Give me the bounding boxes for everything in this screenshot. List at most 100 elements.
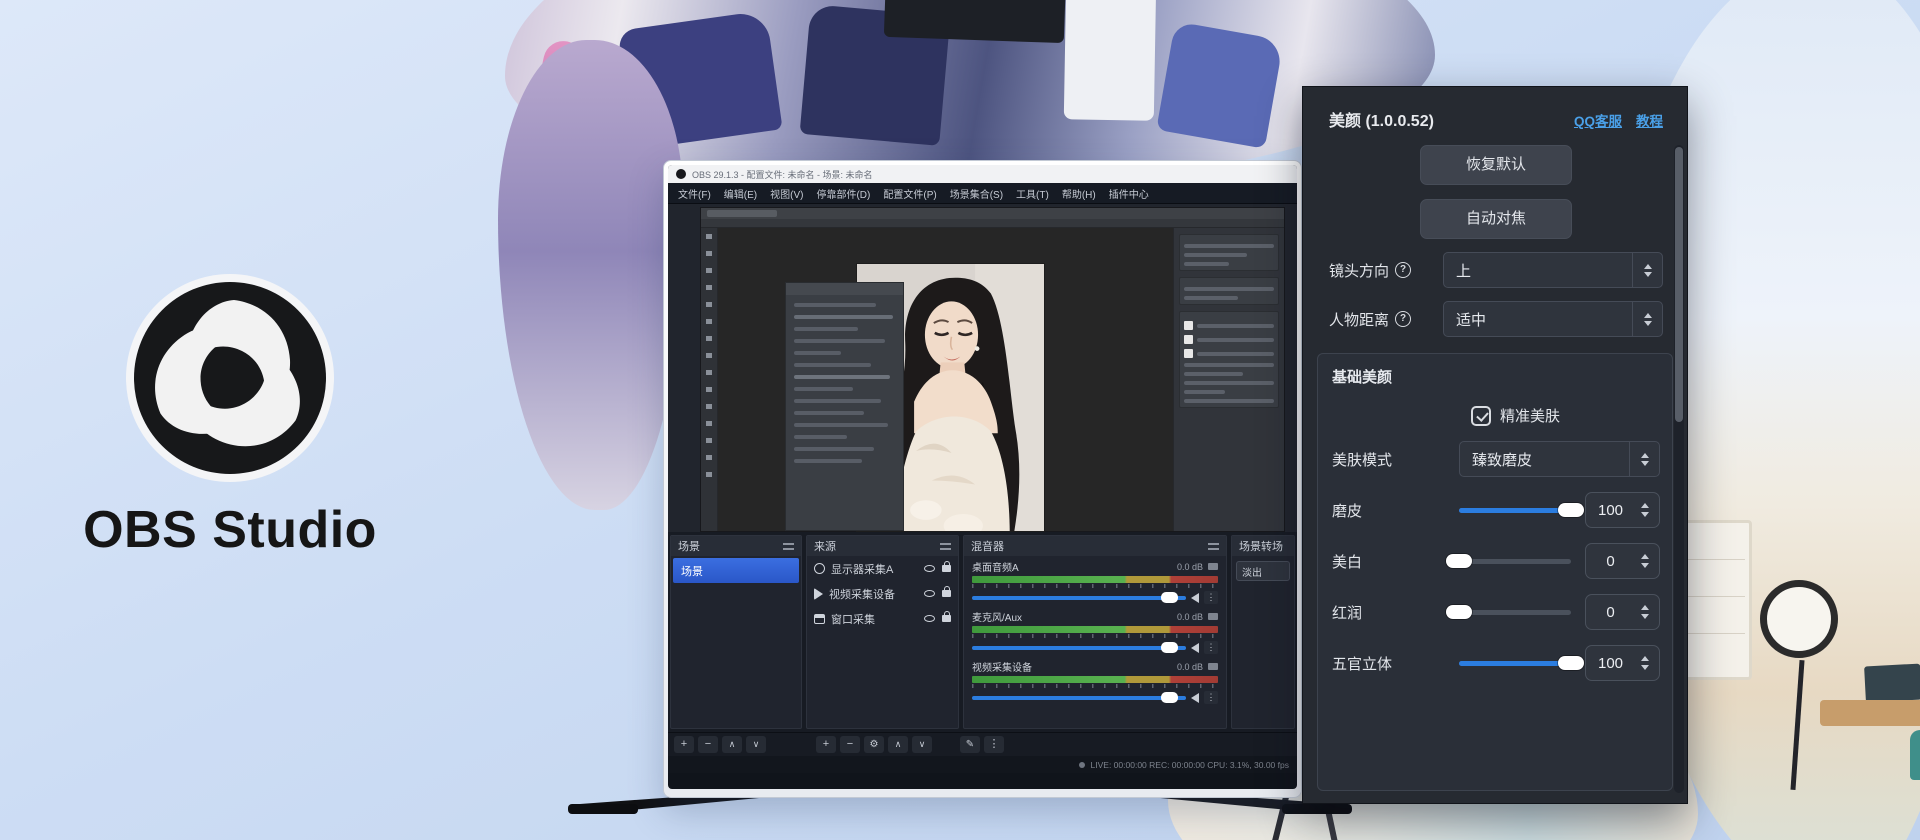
- mixer-edit-button[interactable]: [960, 736, 980, 753]
- speaker-icon[interactable]: [1191, 593, 1199, 603]
- rosy-slider[interactable]: [1459, 610, 1571, 615]
- dock-menu-icon[interactable]: [940, 543, 951, 550]
- volume-slider[interactable]: [972, 646, 1186, 650]
- menu-file[interactable]: 文件(F): [678, 186, 711, 201]
- mixer-options-button[interactable]: [984, 736, 1004, 753]
- autofocus-button[interactable]: 自动对焦: [1420, 199, 1572, 239]
- menu-tools[interactable]: 工具(T): [1016, 186, 1049, 201]
- channel-settings-icon[interactable]: [1208, 663, 1218, 670]
- volume-meter: [972, 576, 1218, 583]
- transitions-dock: 场景转场 淡出: [1231, 535, 1295, 729]
- smoothing-slider[interactable]: [1459, 508, 1571, 513]
- slider-handle[interactable]: [1558, 503, 1584, 517]
- spinner-chevrons-icon[interactable]: [1635, 656, 1659, 670]
- transitions-dock-title: 场景转场: [1239, 538, 1283, 554]
- precise-skin-checkbox[interactable]: [1471, 406, 1491, 426]
- photoshop-canvas: [718, 228, 1173, 531]
- whitening-value-box[interactable]: 0: [1585, 543, 1660, 579]
- dock-menu-icon[interactable]: [783, 543, 794, 550]
- skin-mode-select[interactable]: 臻致磨皮: [1459, 441, 1660, 477]
- basic-beauty-title: 基础美颜: [1332, 366, 1660, 387]
- obs-preview-area[interactable]: [668, 204, 1297, 532]
- status-dot-icon: [1079, 762, 1085, 768]
- scene-move-down-button[interactable]: [746, 736, 766, 753]
- smoothing-value-box[interactable]: 100: [1585, 492, 1660, 528]
- transition-select[interactable]: 淡出: [1236, 561, 1290, 581]
- speaker-icon[interactable]: [1191, 693, 1199, 703]
- scene-list-item[interactable]: 场景: [673, 558, 799, 583]
- channel-kebab-icon[interactable]: [1204, 691, 1218, 704]
- captured-photoshop-window: [700, 207, 1285, 532]
- source-row[interactable]: 窗口采集: [807, 606, 958, 631]
- menu-edit[interactable]: 编辑(E): [724, 186, 757, 201]
- panel-scrollbar-thumb[interactable]: [1675, 147, 1683, 422]
- spinner-chevrons-icon[interactable]: [1632, 253, 1662, 287]
- qq-support-link[interactable]: QQ客服: [1574, 110, 1622, 130]
- video-capture-icon: [814, 588, 823, 600]
- obs-status-bar: LIVE: 00:00:00 REC: 00:00:00 CPU: 3.1%, …: [668, 756, 1297, 773]
- remove-scene-button[interactable]: [698, 736, 718, 753]
- window-title: OBS 29.1.3 - 配置文件: 未命名 - 场景: 未命名: [692, 168, 873, 181]
- precise-skin-label: 精准美肤: [1500, 405, 1560, 426]
- source-row[interactable]: 显示器采集A: [807, 556, 958, 581]
- remove-source-button[interactable]: [840, 736, 860, 753]
- dock-menu-icon[interactable]: [1208, 543, 1219, 550]
- spinner-chevrons-icon[interactable]: [1635, 554, 1659, 568]
- menu-help[interactable]: 帮助(H): [1062, 186, 1096, 201]
- menu-plugin-center[interactable]: 插件中心: [1109, 186, 1149, 201]
- slider-handle[interactable]: [1446, 554, 1472, 568]
- source-row[interactable]: 视频采集设备: [807, 581, 958, 606]
- lock-icon[interactable]: [942, 565, 951, 572]
- whitening-slider[interactable]: [1459, 559, 1571, 564]
- channel-kebab-icon[interactable]: [1204, 641, 1218, 654]
- camera-direction-select[interactable]: 上: [1443, 252, 1663, 288]
- visibility-eye-icon[interactable]: [924, 590, 935, 597]
- help-icon[interactable]: [1395, 311, 1411, 327]
- visibility-eye-icon[interactable]: [924, 565, 935, 572]
- spinner-chevrons-icon[interactable]: [1635, 503, 1659, 517]
- meter-ticks: [972, 584, 1218, 588]
- restore-defaults-button[interactable]: 恢复默认: [1420, 145, 1572, 185]
- source-properties-button[interactable]: [864, 736, 884, 753]
- speaker-icon[interactable]: [1191, 643, 1199, 653]
- volume-slider[interactable]: [972, 596, 1186, 600]
- photoshop-toolbar: [701, 228, 718, 531]
- channel-kebab-icon[interactable]: [1204, 591, 1218, 604]
- scenes-dock-title: 场景: [678, 538, 700, 554]
- facial-depth-slider[interactable]: [1459, 661, 1571, 666]
- add-source-button[interactable]: [816, 736, 836, 753]
- lock-icon[interactable]: [942, 590, 951, 597]
- channel-settings-icon[interactable]: [1208, 613, 1218, 620]
- rosy-value-box[interactable]: 0: [1585, 594, 1660, 630]
- volume-slider-handle[interactable]: [1161, 592, 1178, 603]
- volume-slider-handle[interactable]: [1161, 642, 1178, 653]
- menu-profile[interactable]: 配置文件(P): [883, 186, 936, 201]
- scenes-dock: 场景 场景: [670, 535, 802, 729]
- menu-scene-collection[interactable]: 场景集合(S): [950, 186, 1003, 201]
- visibility-eye-icon[interactable]: [924, 615, 935, 622]
- scene-move-up-button[interactable]: [722, 736, 742, 753]
- slider-handle[interactable]: [1558, 656, 1584, 670]
- spinner-chevrons-icon[interactable]: [1629, 442, 1659, 476]
- obs-title-bar[interactable]: OBS 29.1.3 - 配置文件: 未命名 - 场景: 未命名: [668, 165, 1297, 183]
- help-icon[interactable]: [1395, 262, 1411, 278]
- facial-depth-value-box[interactable]: 100: [1585, 645, 1660, 681]
- obs-window: OBS 29.1.3 - 配置文件: 未命名 - 场景: 未命名 文件(F) 编…: [668, 165, 1297, 789]
- source-move-down-button[interactable]: [912, 736, 932, 753]
- lock-icon[interactable]: [942, 615, 951, 622]
- slider-handle[interactable]: [1446, 605, 1472, 619]
- channel-db: 0.0 dB: [1177, 662, 1203, 672]
- spinner-chevrons-icon[interactable]: [1632, 302, 1662, 336]
- subject-distance-select[interactable]: 适中: [1443, 301, 1663, 337]
- spinner-chevrons-icon[interactable]: [1635, 605, 1659, 619]
- volume-slider[interactable]: [972, 696, 1186, 700]
- channel-settings-icon[interactable]: [1208, 563, 1218, 570]
- obs-menu-bar: 文件(F) 编辑(E) 视图(V) 停靠部件(D) 配置文件(P) 场景集合(S…: [668, 183, 1297, 204]
- menu-view[interactable]: 视图(V): [770, 186, 803, 201]
- source-move-up-button[interactable]: [888, 736, 908, 753]
- volume-slider-handle[interactable]: [1161, 692, 1178, 703]
- menu-docks[interactable]: 停靠部件(D): [816, 186, 870, 201]
- add-scene-button[interactable]: [674, 736, 694, 753]
- tutorial-link[interactable]: 教程: [1636, 110, 1663, 130]
- panel-scrollbar[interactable]: [1674, 145, 1684, 793]
